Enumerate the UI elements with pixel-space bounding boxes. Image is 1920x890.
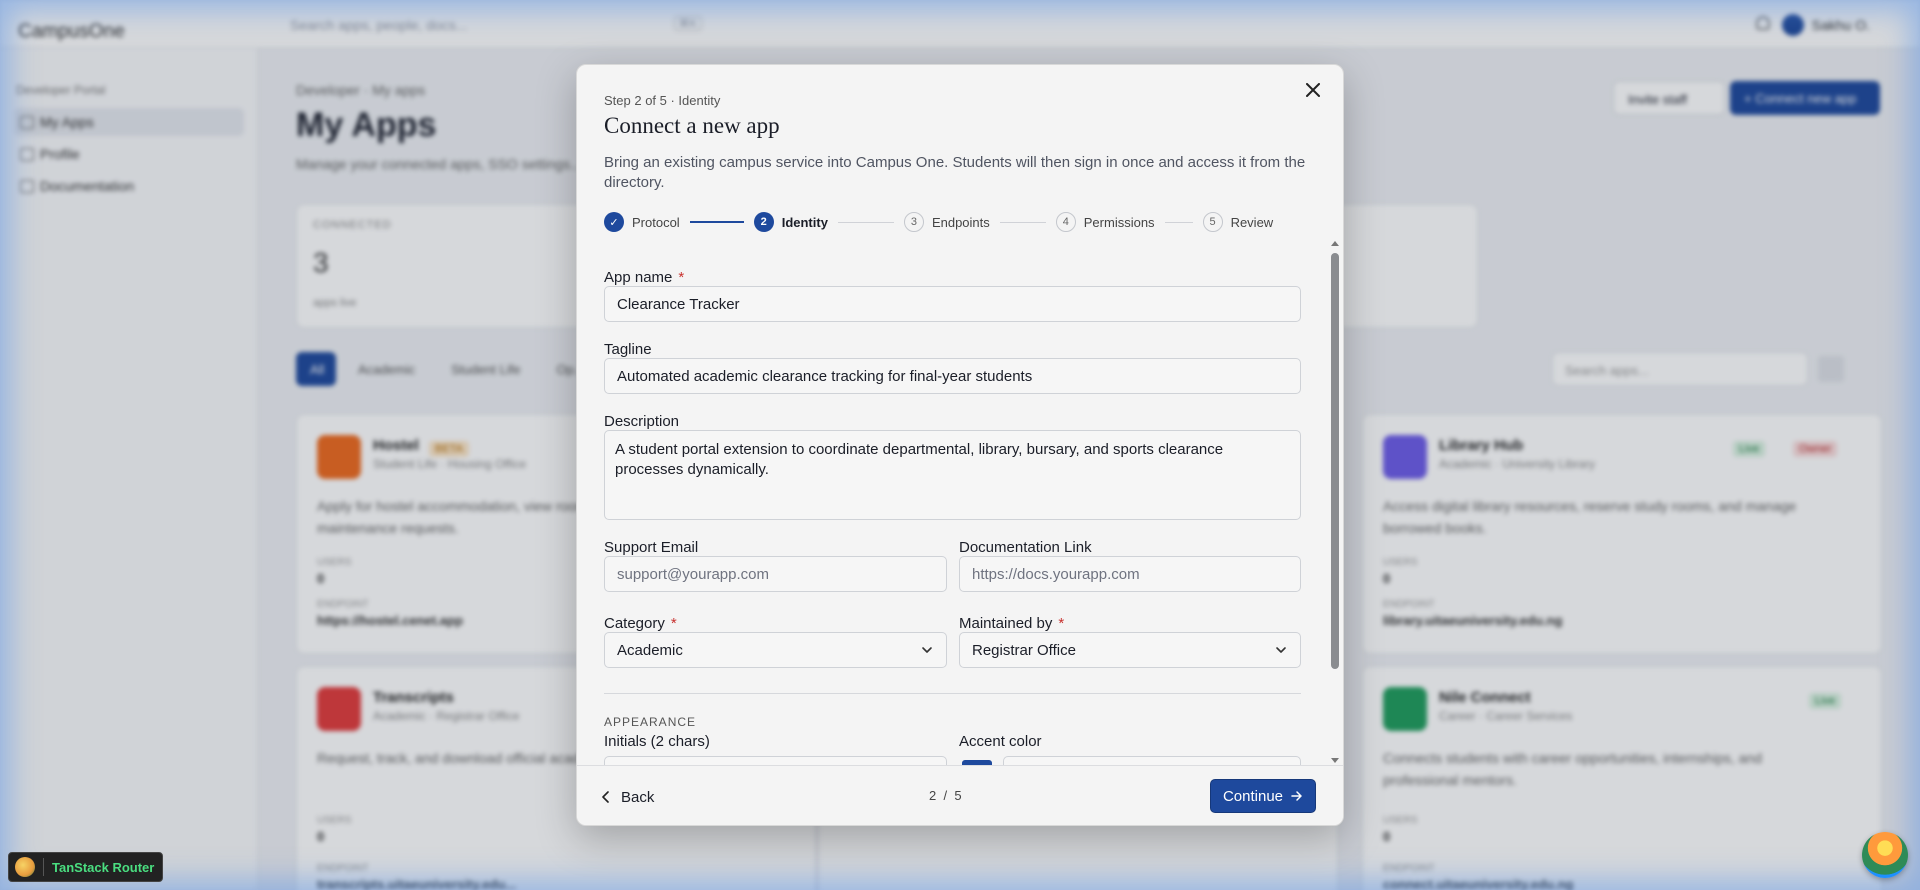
step-connector bbox=[837, 221, 894, 223]
initials-label: Initials (2 chars) bbox=[604, 733, 710, 750]
step-connector bbox=[1164, 221, 1193, 223]
query-devtools-logo-icon[interactable] bbox=[1862, 832, 1908, 878]
documentation-link-label: Documentation Link bbox=[959, 539, 1092, 556]
step-4-number: 4 bbox=[1055, 212, 1076, 232]
accent-color-label: Accent color bbox=[959, 733, 1042, 750]
close-icon bbox=[1306, 83, 1320, 97]
support-email-label: Support Email bbox=[604, 539, 699, 556]
tanstack-logo-icon bbox=[15, 857, 35, 877]
dialog-footer: Back 2 / 5 Continue bbox=[577, 765, 1343, 825]
app-name-label-text: App name bbox=[604, 269, 673, 286]
category-select[interactable]: Academic bbox=[604, 632, 947, 668]
appearance-section-label: APPEARANCE bbox=[604, 715, 697, 729]
documentation-link-input[interactable]: https://docs.yourapp.com bbox=[959, 556, 1301, 592]
description-textarea[interactable]: A student portal extension to coordinate… bbox=[604, 430, 1301, 520]
tanstack-router-label: TanStack Router bbox=[52, 859, 155, 875]
category-label: Category * bbox=[604, 615, 677, 632]
app-name-input[interactable]: Clearance Tracker bbox=[604, 286, 1301, 322]
pager-separator: / bbox=[943, 788, 948, 803]
arrow-right-icon bbox=[1291, 791, 1302, 801]
back-button[interactable]: Back bbox=[589, 780, 666, 814]
step-3-label: Endpoints bbox=[931, 214, 990, 230]
app-name-label: App name * bbox=[604, 269, 684, 286]
scrollbar-thumb[interactable] bbox=[1331, 253, 1339, 669]
step-2-number: 2 bbox=[753, 212, 774, 232]
tagline-label: Tagline bbox=[604, 341, 652, 358]
pager-current: 2 bbox=[929, 788, 937, 803]
maintained-by-label-text: Maintained by bbox=[959, 615, 1053, 632]
maintained-by-value: Registrar Office bbox=[972, 641, 1076, 659]
step-pager: 2 / 5 bbox=[929, 788, 962, 803]
step-connector bbox=[689, 221, 744, 223]
chevron-down-icon bbox=[1276, 647, 1286, 653]
step-4-label: Permissions bbox=[1083, 214, 1155, 230]
form-body: App name * Clearance Tracker Tagline Auto… bbox=[577, 245, 1343, 825]
description-label: Description bbox=[604, 413, 680, 430]
step-5-number: 5 bbox=[1202, 212, 1223, 232]
chevron-left-icon bbox=[602, 791, 609, 803]
back-button-label: Back bbox=[621, 788, 655, 806]
required-marker: * bbox=[678, 269, 685, 286]
step-5-label: Review bbox=[1230, 214, 1274, 230]
category-value: Academic bbox=[617, 641, 683, 659]
dialog-title: Connect a new app bbox=[604, 113, 780, 138]
required-marker: * bbox=[1058, 615, 1065, 632]
step-indicator-text: Step 2 of 5 · Identity bbox=[604, 93, 721, 108]
step-1-check-icon: ✓ bbox=[604, 212, 624, 232]
wizard-stepper: ✓ Protocol 2 Identity 3 Endpoints 4 Perm… bbox=[604, 211, 1273, 233]
maintained-by-label: Maintained by * bbox=[959, 615, 1064, 632]
required-marker: * bbox=[670, 615, 677, 632]
scroll-up-arrow-icon[interactable] bbox=[1331, 241, 1339, 246]
category-label-text: Category bbox=[604, 615, 665, 632]
step-2-label: Identity bbox=[781, 214, 828, 230]
continue-button[interactable]: Continue bbox=[1210, 779, 1316, 813]
connect-app-dialog: Step 2 of 5 · Identity Connect a new app… bbox=[576, 64, 1344, 826]
section-divider bbox=[604, 693, 1301, 694]
dialog-description: Bring an existing campus service into Ca… bbox=[604, 154, 1306, 191]
pager-total: 5 bbox=[954, 788, 962, 803]
chevron-down-icon bbox=[922, 647, 932, 653]
continue-button-label: Continue bbox=[1222, 787, 1284, 805]
support-email-input[interactable]: support@yourapp.com bbox=[604, 556, 947, 592]
scrollbar[interactable] bbox=[1329, 239, 1341, 765]
step-3-number: 3 bbox=[903, 212, 924, 232]
scroll-down-arrow-icon[interactable] bbox=[1331, 758, 1339, 763]
tanstack-router-devtools-button[interactable]: TanStack Router bbox=[8, 852, 164, 882]
step-connector bbox=[999, 221, 1046, 223]
tagline-input[interactable]: Automated academic clearance tracking fo… bbox=[604, 358, 1301, 394]
divider bbox=[43, 858, 44, 876]
close-button[interactable] bbox=[1301, 79, 1325, 103]
step-1-label: Protocol bbox=[632, 214, 680, 230]
maintained-by-select[interactable]: Registrar Office bbox=[959, 632, 1301, 668]
